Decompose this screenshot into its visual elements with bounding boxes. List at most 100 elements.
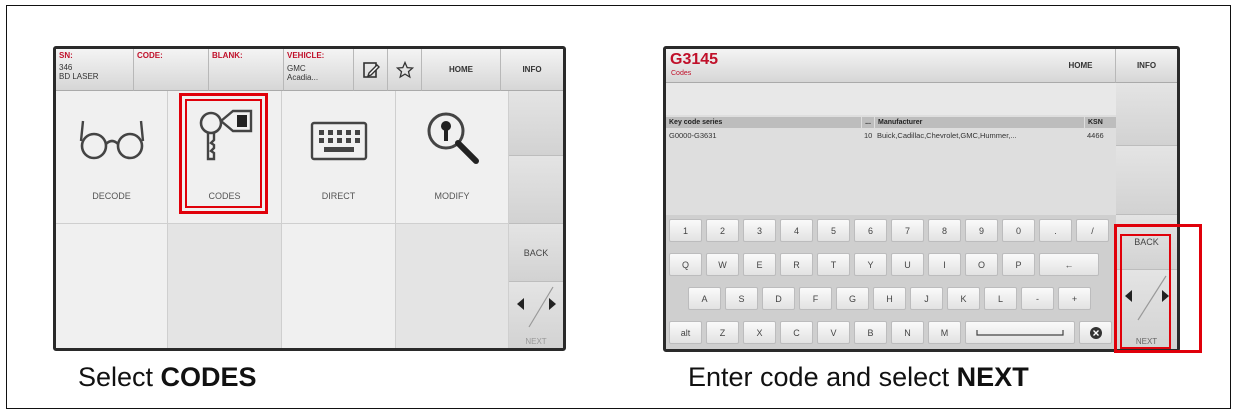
space-icon <box>976 329 1064 336</box>
keyboard-key[interactable]: L <box>984 287 1017 310</box>
keyboard-key[interactable]: 1 <box>669 219 702 242</box>
empty-tile <box>282 224 396 348</box>
right-caption: Enter code and select NEXT <box>688 362 1029 393</box>
codes-tile[interactable]: CODES <box>168 91 282 224</box>
decode-tile[interactable]: DECODE <box>56 91 168 224</box>
keyboard-key[interactable]: 8 <box>928 219 961 242</box>
side-slot-2 <box>509 156 563 224</box>
side-slot-1 <box>1116 83 1177 146</box>
left-right-arrows-icon <box>1125 275 1169 321</box>
keyboard-key[interactable]: D <box>762 287 795 310</box>
keyboard-key[interactable]: Q <box>669 253 702 276</box>
blank-label: BLANK: <box>212 51 243 60</box>
keyboard-key[interactable]: - <box>1021 287 1054 310</box>
clear-icon <box>1089 326 1102 339</box>
row-ksn: 4466 <box>1087 131 1104 140</box>
keyboard-key[interactable]: M <box>928 321 961 344</box>
column-ksn: KSN <box>1085 117 1116 128</box>
code-title: G3145 <box>670 51 719 68</box>
vehicle-model: Acadia... <box>287 73 319 82</box>
keyboard-key[interactable]: H <box>873 287 906 310</box>
clear-key[interactable] <box>1079 321 1112 344</box>
decode-label: DECODE <box>92 191 131 201</box>
blank-field: BLANK: <box>209 49 284 91</box>
keyboard-key[interactable]: + <box>1058 287 1091 310</box>
nav-arrows[interactable]: NEXT <box>509 282 563 348</box>
edit-button[interactable] <box>354 49 388 91</box>
keyboard-key[interactable]: 2 <box>706 219 739 242</box>
sn-value: 346 BD LASER <box>59 63 99 81</box>
nav-arrows[interactable]: NEXT <box>1116 270 1177 349</box>
keyboard-key[interactable]: F <box>799 287 832 310</box>
key-tag-icon <box>199 109 252 161</box>
keyboard-key[interactable]: T <box>817 253 850 276</box>
keyboard-key[interactable]: X <box>743 321 776 344</box>
direct-tile[interactable]: DIRECT <box>282 91 396 224</box>
info-button[interactable]: INFO <box>501 49 563 91</box>
keyboard-key[interactable]: C <box>780 321 813 344</box>
codes-label: CODES <box>208 191 241 201</box>
instruction-figure: SN: 346 BD LASER CODE: BLANK: VEHICLE: GM… <box>6 5 1231 409</box>
keyboard-key[interactable]: R <box>780 253 813 276</box>
modify-tile[interactable]: MODIFY <box>396 91 509 224</box>
right-caption-bold: NEXT <box>956 362 1029 392</box>
sn-label: SN: <box>59 51 73 60</box>
keyboard-key[interactable]: A <box>688 287 721 310</box>
vehicle-field: VEHICLE: GMC Acadia... <box>284 49 354 91</box>
code-subtitle: Codes <box>671 70 692 77</box>
keyboard-key[interactable]: . <box>1039 219 1072 242</box>
magnifier-key-icon <box>427 112 479 164</box>
star-icon <box>395 60 414 78</box>
keyboard-key[interactable]: S <box>725 287 758 310</box>
row-series: G0000-G3631 <box>669 131 717 140</box>
keyboard-key[interactable]: 0 <box>1002 219 1035 242</box>
main-menu-screen: SN: 346 BD LASER CODE: BLANK: VEHICLE: GM… <box>53 46 566 351</box>
keyboard-key[interactable]: U <box>891 253 924 276</box>
keyboard-key[interactable]: J <box>910 287 943 310</box>
keyboard-key[interactable]: 6 <box>854 219 887 242</box>
keyboard-key[interactable]: G <box>836 287 869 310</box>
keyboard-key[interactable]: 7 <box>891 219 924 242</box>
column-count: ... <box>862 117 874 128</box>
left-caption: Select CODES <box>78 362 257 393</box>
info-button[interactable]: INFO <box>1116 49 1177 83</box>
keyboard-key[interactable]: E <box>743 253 776 276</box>
column-manufacturer: Manufacturer <box>875 117 1084 128</box>
keyboard-key[interactable]: N <box>891 321 924 344</box>
results-table: Key code series ... Manufacturer KSN G00… <box>666 115 1116 215</box>
keyboard-key[interactable]: O <box>965 253 998 276</box>
keyboard-key[interactable]: V <box>817 321 850 344</box>
sn-number: 346 <box>59 63 73 72</box>
keyboard-key[interactable]: Z <box>706 321 739 344</box>
sn-field: SN: 346 BD LASER <box>56 49 134 91</box>
row-manufacturer: Buick,Cadillac,Chevrolet,GMC,Hummer,... <box>877 131 1017 140</box>
home-button[interactable]: HOME <box>422 49 501 91</box>
space-key[interactable] <box>965 321 1075 344</box>
empty-tile <box>168 224 282 348</box>
home-button[interactable]: HOME <box>1046 49 1116 83</box>
keyboard-key[interactable]: B <box>854 321 887 344</box>
keyboard-key[interactable]: K <box>947 287 980 310</box>
next-label: NEXT <box>525 337 547 346</box>
keyboard-key[interactable]: 5 <box>817 219 850 242</box>
keyboard-key[interactable]: P <box>1002 253 1035 276</box>
keyboard-key[interactable]: ← <box>1039 253 1099 276</box>
keyboard-key[interactable]: 9 <box>965 219 998 242</box>
modify-label: MODIFY <box>434 191 470 201</box>
back-button[interactable]: BACK <box>1116 215 1177 270</box>
glasses-icon <box>79 120 144 160</box>
favorite-button[interactable] <box>388 49 422 91</box>
keyboard-key[interactable]: W <box>706 253 739 276</box>
keyboard-key[interactable]: I <box>928 253 961 276</box>
empty-tile <box>56 224 168 348</box>
vehicle-make: GMC <box>287 64 306 73</box>
code-label: CODE: <box>137 51 163 60</box>
keyboard-key[interactable]: 4 <box>780 219 813 242</box>
keyboard-key[interactable]: Y <box>854 253 887 276</box>
column-series: Key code series <box>666 117 861 128</box>
vehicle-value: GMC Acadia... <box>287 64 318 82</box>
back-button[interactable]: BACK <box>509 224 563 282</box>
keyboard-key[interactable]: 3 <box>743 219 776 242</box>
keyboard-key[interactable]: / <box>1076 219 1109 242</box>
keyboard-key[interactable]: alt <box>669 321 702 344</box>
